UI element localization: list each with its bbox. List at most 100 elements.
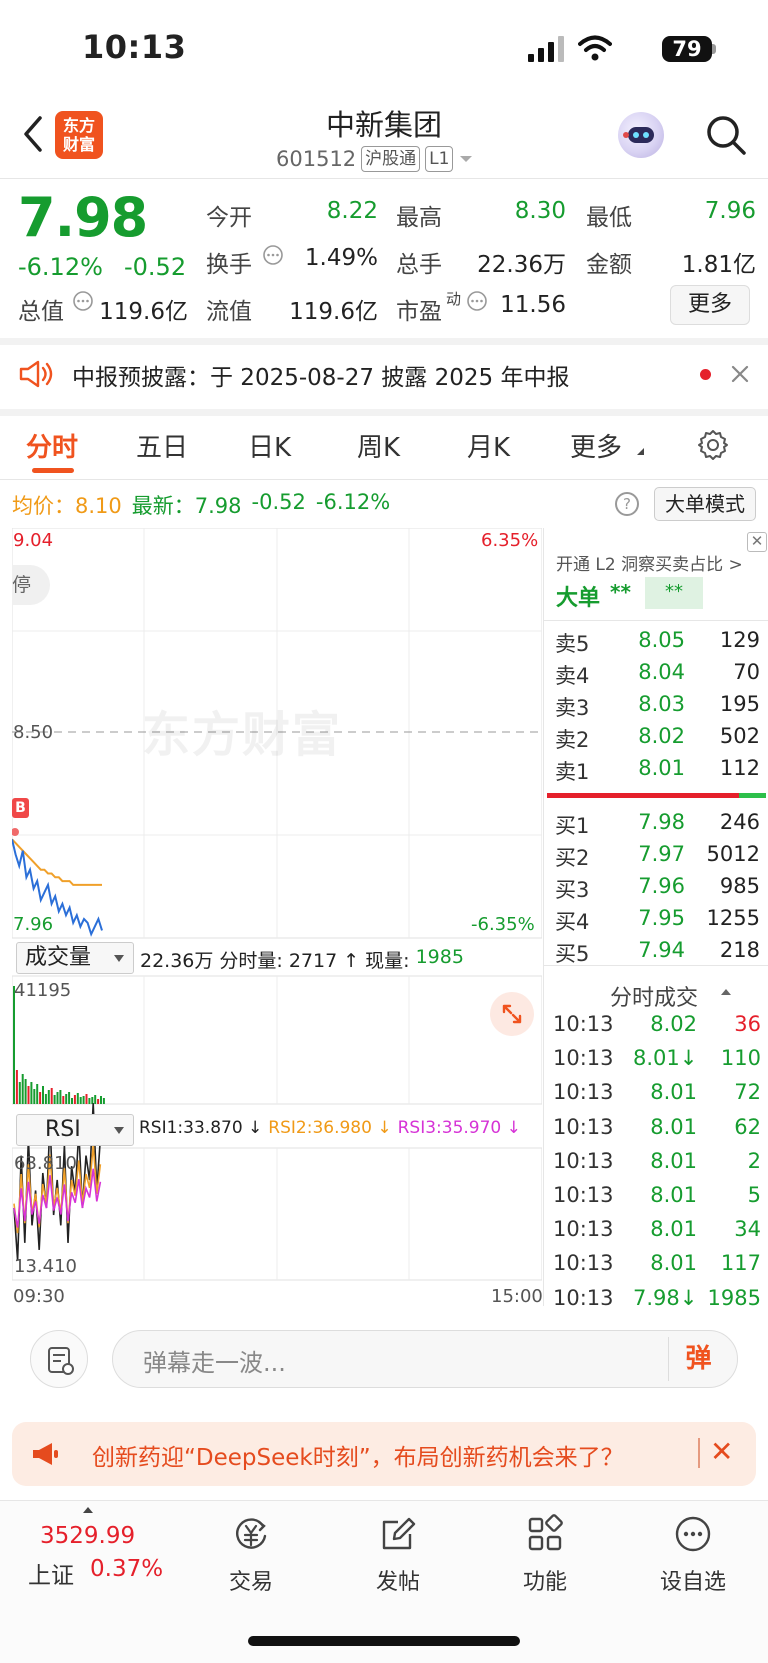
tick-time: 10:13	[553, 1114, 614, 1139]
tab-daily-k[interactable]: 日K	[248, 427, 291, 464]
volume-bar	[59, 1090, 62, 1104]
turnover-info-icon[interactable]	[262, 244, 284, 266]
ticks-title[interactable]: 分时成交	[610, 980, 698, 1012]
rsi-indicator-select[interactable]: RSI	[16, 1114, 134, 1146]
tab-more[interactable]: 更多	[570, 427, 622, 464]
comment-list-icon[interactable]	[30, 1330, 88, 1388]
avg-price-label: 均价：8.10	[12, 494, 122, 518]
pe-sup: 动	[446, 290, 462, 308]
level-price: 7.95	[638, 906, 685, 930]
ask-row: 卖1 8.01 112	[555, 756, 760, 786]
tick-volume: 2	[747, 1148, 761, 1173]
section-gap	[0, 338, 768, 345]
open-label: 今开	[206, 205, 252, 231]
tick-volume: 34	[734, 1217, 761, 1242]
price-axis-top: 9.04	[13, 530, 54, 551]
index-name[interactable]: 上证	[28, 1556, 74, 1590]
level-price: 8.04	[638, 660, 685, 684]
mktcap-label: 总值	[18, 299, 64, 325]
volume-bar	[30, 1082, 33, 1104]
high-label: 最高	[396, 205, 442, 231]
promo-fade	[70, 1436, 92, 1470]
volume-indicator-select[interactable]: 成交量	[16, 942, 134, 974]
pct-axis-top: 6.35%	[481, 530, 539, 551]
volume-bar	[102, 1098, 105, 1104]
intraday-chart[interactable]	[12, 528, 542, 1306]
promo-text[interactable]: 创新药迎“DeepSeek时刻”，布局创新药机会来了？	[92, 1438, 624, 1472]
float-value: 119.6亿	[289, 299, 378, 325]
tick-volume: 36	[734, 1012, 761, 1036]
level-price: 7.98	[638, 810, 685, 834]
collapse-icon[interactable]	[720, 988, 732, 996]
volume-bar	[53, 1095, 56, 1104]
pe-info-icon[interactable]	[466, 290, 488, 312]
tab-weekly-k[interactable]: 周K	[357, 427, 400, 464]
help-icon[interactable]: ?	[615, 492, 639, 516]
tick-price: 8.01	[650, 1217, 697, 1242]
tab-active-indicator	[32, 468, 74, 473]
tick-time: 10:13	[553, 1046, 614, 1071]
search-icon[interactable]	[703, 112, 749, 158]
tab-intraday[interactable]: 分时	[26, 427, 78, 464]
volume-bar	[13, 986, 15, 1104]
level-volume: 129	[719, 628, 760, 652]
index-change[interactable]: 0.37%	[90, 1556, 163, 1582]
high-value: 8.30	[514, 198, 566, 224]
bid-row: 买3 7.96 985	[555, 874, 760, 904]
tab-five-day[interactable]: 五日	[136, 427, 188, 464]
stock-code-row[interactable]: 601512 沪股通 L1	[276, 146, 474, 172]
level-label: 买2	[555, 846, 590, 870]
level-label: 卖4	[555, 664, 590, 688]
danmaku-send-button[interactable]: 弹	[668, 1337, 728, 1381]
index-value[interactable]: 3529.99	[40, 1523, 135, 1549]
tabs-divider	[0, 479, 768, 480]
watermark: 东方财富	[142, 707, 343, 763]
promo-close-icon[interactable]: ✕	[710, 1435, 733, 1468]
bid-row: 买1 7.98 246	[555, 810, 760, 840]
more-dots-icon	[675, 1516, 711, 1552]
volume-bar	[91, 1097, 94, 1104]
wifi-icon	[578, 35, 612, 61]
tick-row: 10:13 8.01 117	[553, 1251, 761, 1275]
level-price: 8.05	[638, 628, 685, 652]
expand-icon[interactable]	[490, 992, 534, 1036]
tick-volume: 72	[734, 1080, 761, 1105]
nav-post[interactable]: 发帖	[343, 1512, 453, 1596]
assistant-robot-icon[interactable]	[618, 112, 664, 158]
tick-row: 10:13 8.01 72	[553, 1080, 761, 1104]
volume-bar	[62, 1096, 65, 1104]
notice-close-icon[interactable]	[730, 364, 750, 384]
nav-functions[interactable]: 功能	[490, 1512, 600, 1596]
big-order-mode-button[interactable]: 大单模式	[654, 487, 756, 521]
level-label: 买4	[555, 910, 590, 934]
settings-gear-icon[interactable]	[696, 428, 730, 462]
l2-upgrade-link[interactable]: 开通 L2 洞察买卖占比 >	[556, 550, 743, 575]
tick-volume: 110	[720, 1046, 761, 1071]
float-label: 流值	[206, 299, 252, 325]
l2-close-icon[interactable]: ✕	[747, 532, 767, 552]
volume-bar	[68, 1092, 71, 1104]
low-value: 7.96	[704, 198, 756, 224]
dropdown-icon	[460, 156, 473, 162]
volume-bar	[97, 1099, 100, 1104]
orderbook-divider	[543, 620, 768, 621]
more-quote-button[interactable]: 更多	[670, 285, 750, 325]
volume-bar	[73, 1095, 76, 1104]
level-label: 买5	[555, 942, 590, 966]
volume-bar	[82, 1096, 85, 1104]
megaphone-icon	[33, 1443, 58, 1465]
volume-bar	[27, 1086, 30, 1104]
tab-monthly-k[interactable]: 月K	[467, 427, 510, 464]
volume-bar	[24, 1079, 27, 1104]
notice-text[interactable]: 中报预披露：于 2025-08-27 披露 2025 年中报	[72, 358, 569, 392]
nav-add-watchlist[interactable]: 设自选	[638, 1512, 748, 1596]
tick-price: 8.01	[650, 1148, 697, 1173]
nav-trade[interactable]: 交易	[196, 1512, 306, 1596]
level-volume: 112	[719, 756, 760, 780]
mktcap-info-icon[interactable]	[72, 290, 94, 312]
tick-price: 8.01	[650, 1183, 697, 1207]
section-gap	[0, 409, 768, 416]
tick-time: 10:13	[553, 1012, 614, 1036]
edit-post-icon	[382, 1517, 416, 1550]
buy-marker[interactable]: B	[12, 798, 29, 818]
